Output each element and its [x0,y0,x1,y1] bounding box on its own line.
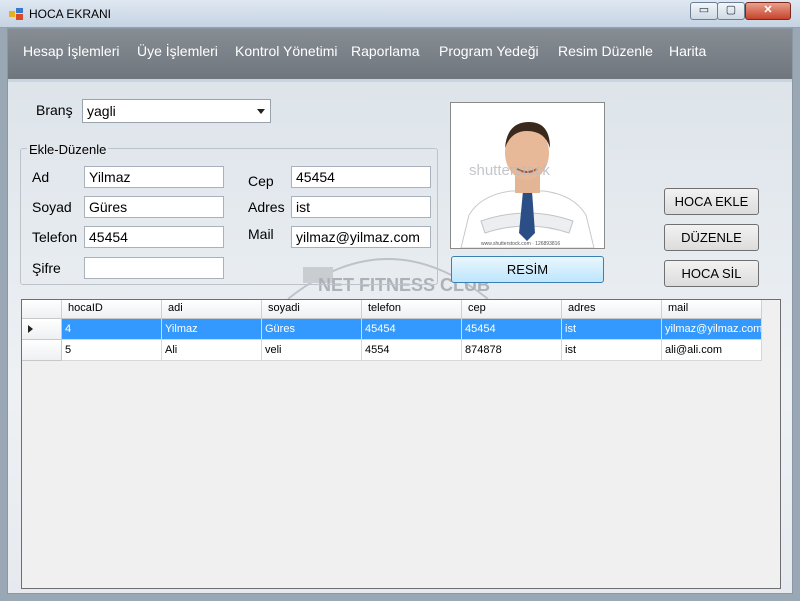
trainer-photo: shutterstock www.shutterstock.com · 1268… [450,102,605,249]
column-header-adres[interactable]: adres [562,300,662,319]
adres-label: Adres [248,199,285,215]
groupbox-title: Ekle-Düzenle [27,142,109,157]
brans-selected-value: yagli [87,103,116,119]
hoca-sil-button[interactable]: HOCA SİL [664,260,759,287]
duzenle-button[interactable]: DÜZENLE [664,224,759,251]
column-header-soyadi[interactable]: soyadi [262,300,362,319]
brans-dropdown[interactable]: yagli [82,99,271,123]
table-cell[interactable]: ali@ali.com [662,340,762,361]
menu-resim-duzenle[interactable]: Resim Düzenle [558,43,653,59]
table-cell[interactable]: 4554 [362,340,462,361]
menu-bar: Hesap İşlemleri Üye İşlemleri Kontrol Yö… [8,29,792,79]
table-cell[interactable]: ist [562,340,662,361]
sifre-field[interactable] [84,257,224,279]
row-header[interactable] [22,319,62,340]
table-cell[interactable]: veli [262,340,362,361]
cep-label: Cep [248,173,274,189]
photo-watermark: shutterstock [469,162,550,179]
grid-background: hocaID adi soyadi telefon cep adres mail… [22,300,780,588]
ad-label: Ad [32,169,50,185]
telefon-field[interactable]: 45454 [84,226,224,248]
menu-kontrol-yonetimi[interactable]: Kontrol Yönetimi [235,43,337,59]
app-icon [9,8,23,20]
header-corner[interactable] [22,300,62,319]
hoca-ekle-button[interactable]: HOCA EKLE [664,188,759,215]
photo-caption: www.shutterstock.com · 126893816 [481,241,560,247]
current-row-arrow-icon [28,325,33,333]
dropdown-arrow-icon[interactable] [257,109,265,114]
table-cell[interactable]: yilmaz@yilmaz.com [662,319,762,340]
menu-program-yedegi[interactable]: Program Yedeği [439,43,539,59]
window-title: HOCA EKRANI [29,7,112,21]
column-header-hocaid[interactable]: hocaID [62,300,162,319]
sifre-label: Şifre [32,260,61,276]
table-cell[interactable]: 874878 [462,340,562,361]
soyad-label: Soyad [32,199,72,215]
table-cell[interactable]: 5 [62,340,162,361]
table-cell[interactable]: 45454 [462,319,562,340]
soyad-field[interactable]: Güres [84,196,224,218]
table-cell[interactable]: Ali [162,340,262,361]
close-button[interactable]: ✕ [745,2,791,20]
ad-field[interactable]: Yilmaz [84,166,224,188]
table-cell[interactable]: ist [562,319,662,340]
column-header-adi[interactable]: adi [162,300,262,319]
table-row[interactable]: 4 Yilmaz Güres 45454 45454 ist yilmaz@yi… [22,319,762,340]
table-cell[interactable]: Güres [262,319,362,340]
column-header-telefon[interactable]: telefon [362,300,462,319]
table-cell[interactable]: 4 [62,319,162,340]
menu-hesap-islemleri[interactable]: Hesap İşlemleri [23,43,119,59]
column-header-mail[interactable]: mail [662,300,762,319]
form-client-area: Hesap İşlemleri Üye İşlemleri Kontrol Yö… [7,28,793,594]
menu-harita[interactable]: Harita [669,43,706,59]
table-cell[interactable]: Yilmaz [162,319,262,340]
menu-raporlama[interactable]: Raporlama [351,43,419,59]
title-bar: HOCA EKRANI ▭ ▢ ✕ [0,0,800,28]
row-header[interactable] [22,340,62,361]
table-cell[interactable]: 45454 [362,319,462,340]
minimize-button[interactable]: ▭ [690,2,718,20]
table-row[interactable]: 5 Ali veli 4554 874878 ist ali@ali.com [22,340,762,361]
menu-uye-islemleri[interactable]: Üye İşlemleri [137,43,218,59]
mail-field[interactable]: yilmaz@yilmaz.com [291,226,431,248]
mail-label: Mail [248,226,274,242]
column-header-cep[interactable]: cep [462,300,562,319]
cep-field[interactable]: 45454 [291,166,431,188]
maximize-button[interactable]: ▢ [717,2,745,20]
grid-header: hocaID adi soyadi telefon cep adres mail [22,300,762,319]
telefon-label: Telefon [32,229,78,245]
adres-field[interactable]: ist [291,196,431,218]
brans-label: Branş [36,102,73,118]
trainer-data-grid[interactable]: hocaID adi soyadi telefon cep adres mail… [21,299,781,589]
resim-button[interactable]: RESİM [451,256,604,283]
